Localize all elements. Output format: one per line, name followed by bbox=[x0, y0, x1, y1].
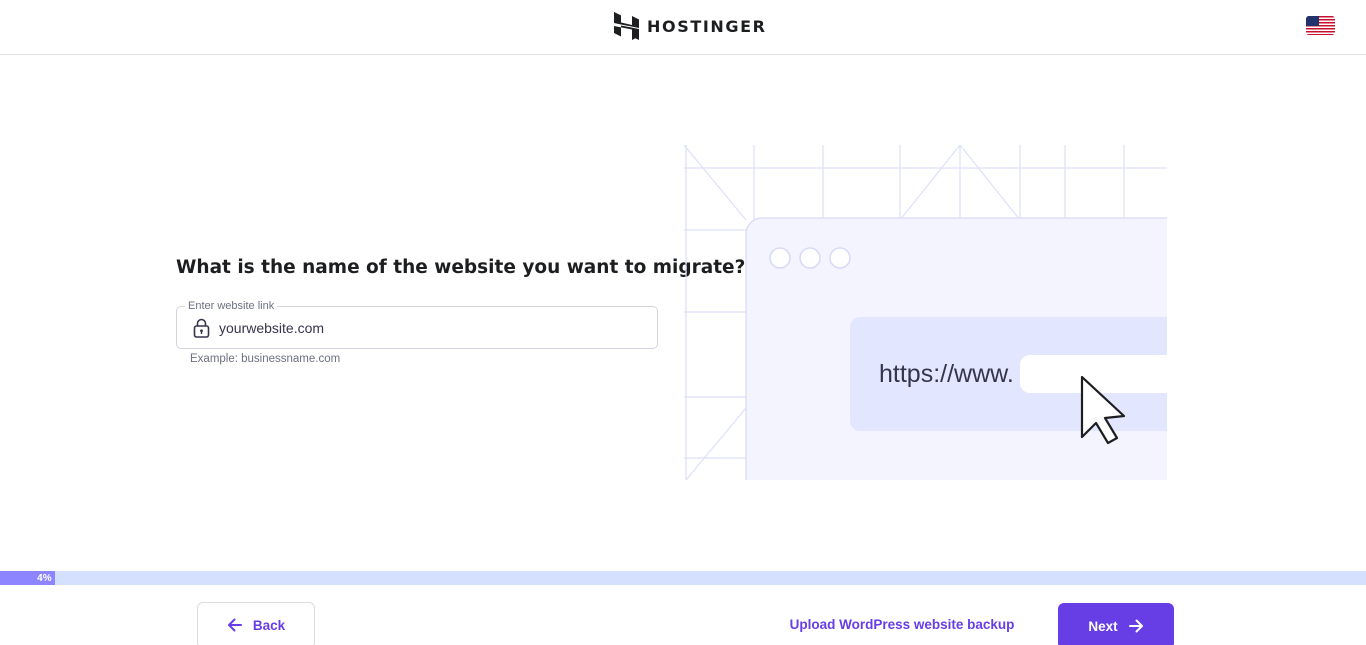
progress-fill: 4% bbox=[0, 571, 55, 585]
next-button-label: Next bbox=[1088, 618, 1118, 634]
us-flag-icon[interactable] bbox=[1306, 16, 1335, 35]
website-link-hint: Example: businessname.com bbox=[190, 353, 341, 365]
window-dot-3 bbox=[829, 247, 851, 269]
website-link-input[interactable] bbox=[219, 317, 639, 339]
website-link-field[interactable]: Enter website link bbox=[176, 300, 658, 349]
hostinger-logo-icon bbox=[614, 12, 639, 40]
website-link-label: Enter website link bbox=[185, 300, 278, 313]
url-text: https://www. bbox=[879, 360, 1014, 388]
page-title: What is the name of the website you want… bbox=[176, 257, 746, 278]
lock-icon bbox=[193, 318, 210, 338]
upload-backup-label: Upload WordPress website backup bbox=[789, 616, 1015, 632]
window-dot-2 bbox=[799, 247, 821, 269]
header: HOSTINGER bbox=[0, 0, 1366, 55]
back-button-label: Back bbox=[252, 617, 286, 633]
progress-bar: 4% bbox=[0, 571, 1366, 585]
window-dot-1 bbox=[769, 247, 791, 269]
page: HOSTINGER What is the name of the websit… bbox=[0, 0, 1366, 645]
back-button[interactable]: Back bbox=[197, 602, 315, 645]
arrow-left-icon bbox=[227, 618, 242, 632]
migration-illustration: https://www. bbox=[684, 145, 1167, 480]
upload-backup-button[interactable]: Upload WordPress website backup bbox=[782, 608, 1022, 640]
logo[interactable]: HOSTINGER bbox=[614, 11, 767, 41]
brand-name: HOSTINGER bbox=[647, 16, 767, 36]
arrow-right-icon bbox=[1128, 619, 1143, 633]
next-button[interactable]: Next bbox=[1058, 603, 1174, 645]
progress-label: 4% bbox=[37, 572, 52, 584]
